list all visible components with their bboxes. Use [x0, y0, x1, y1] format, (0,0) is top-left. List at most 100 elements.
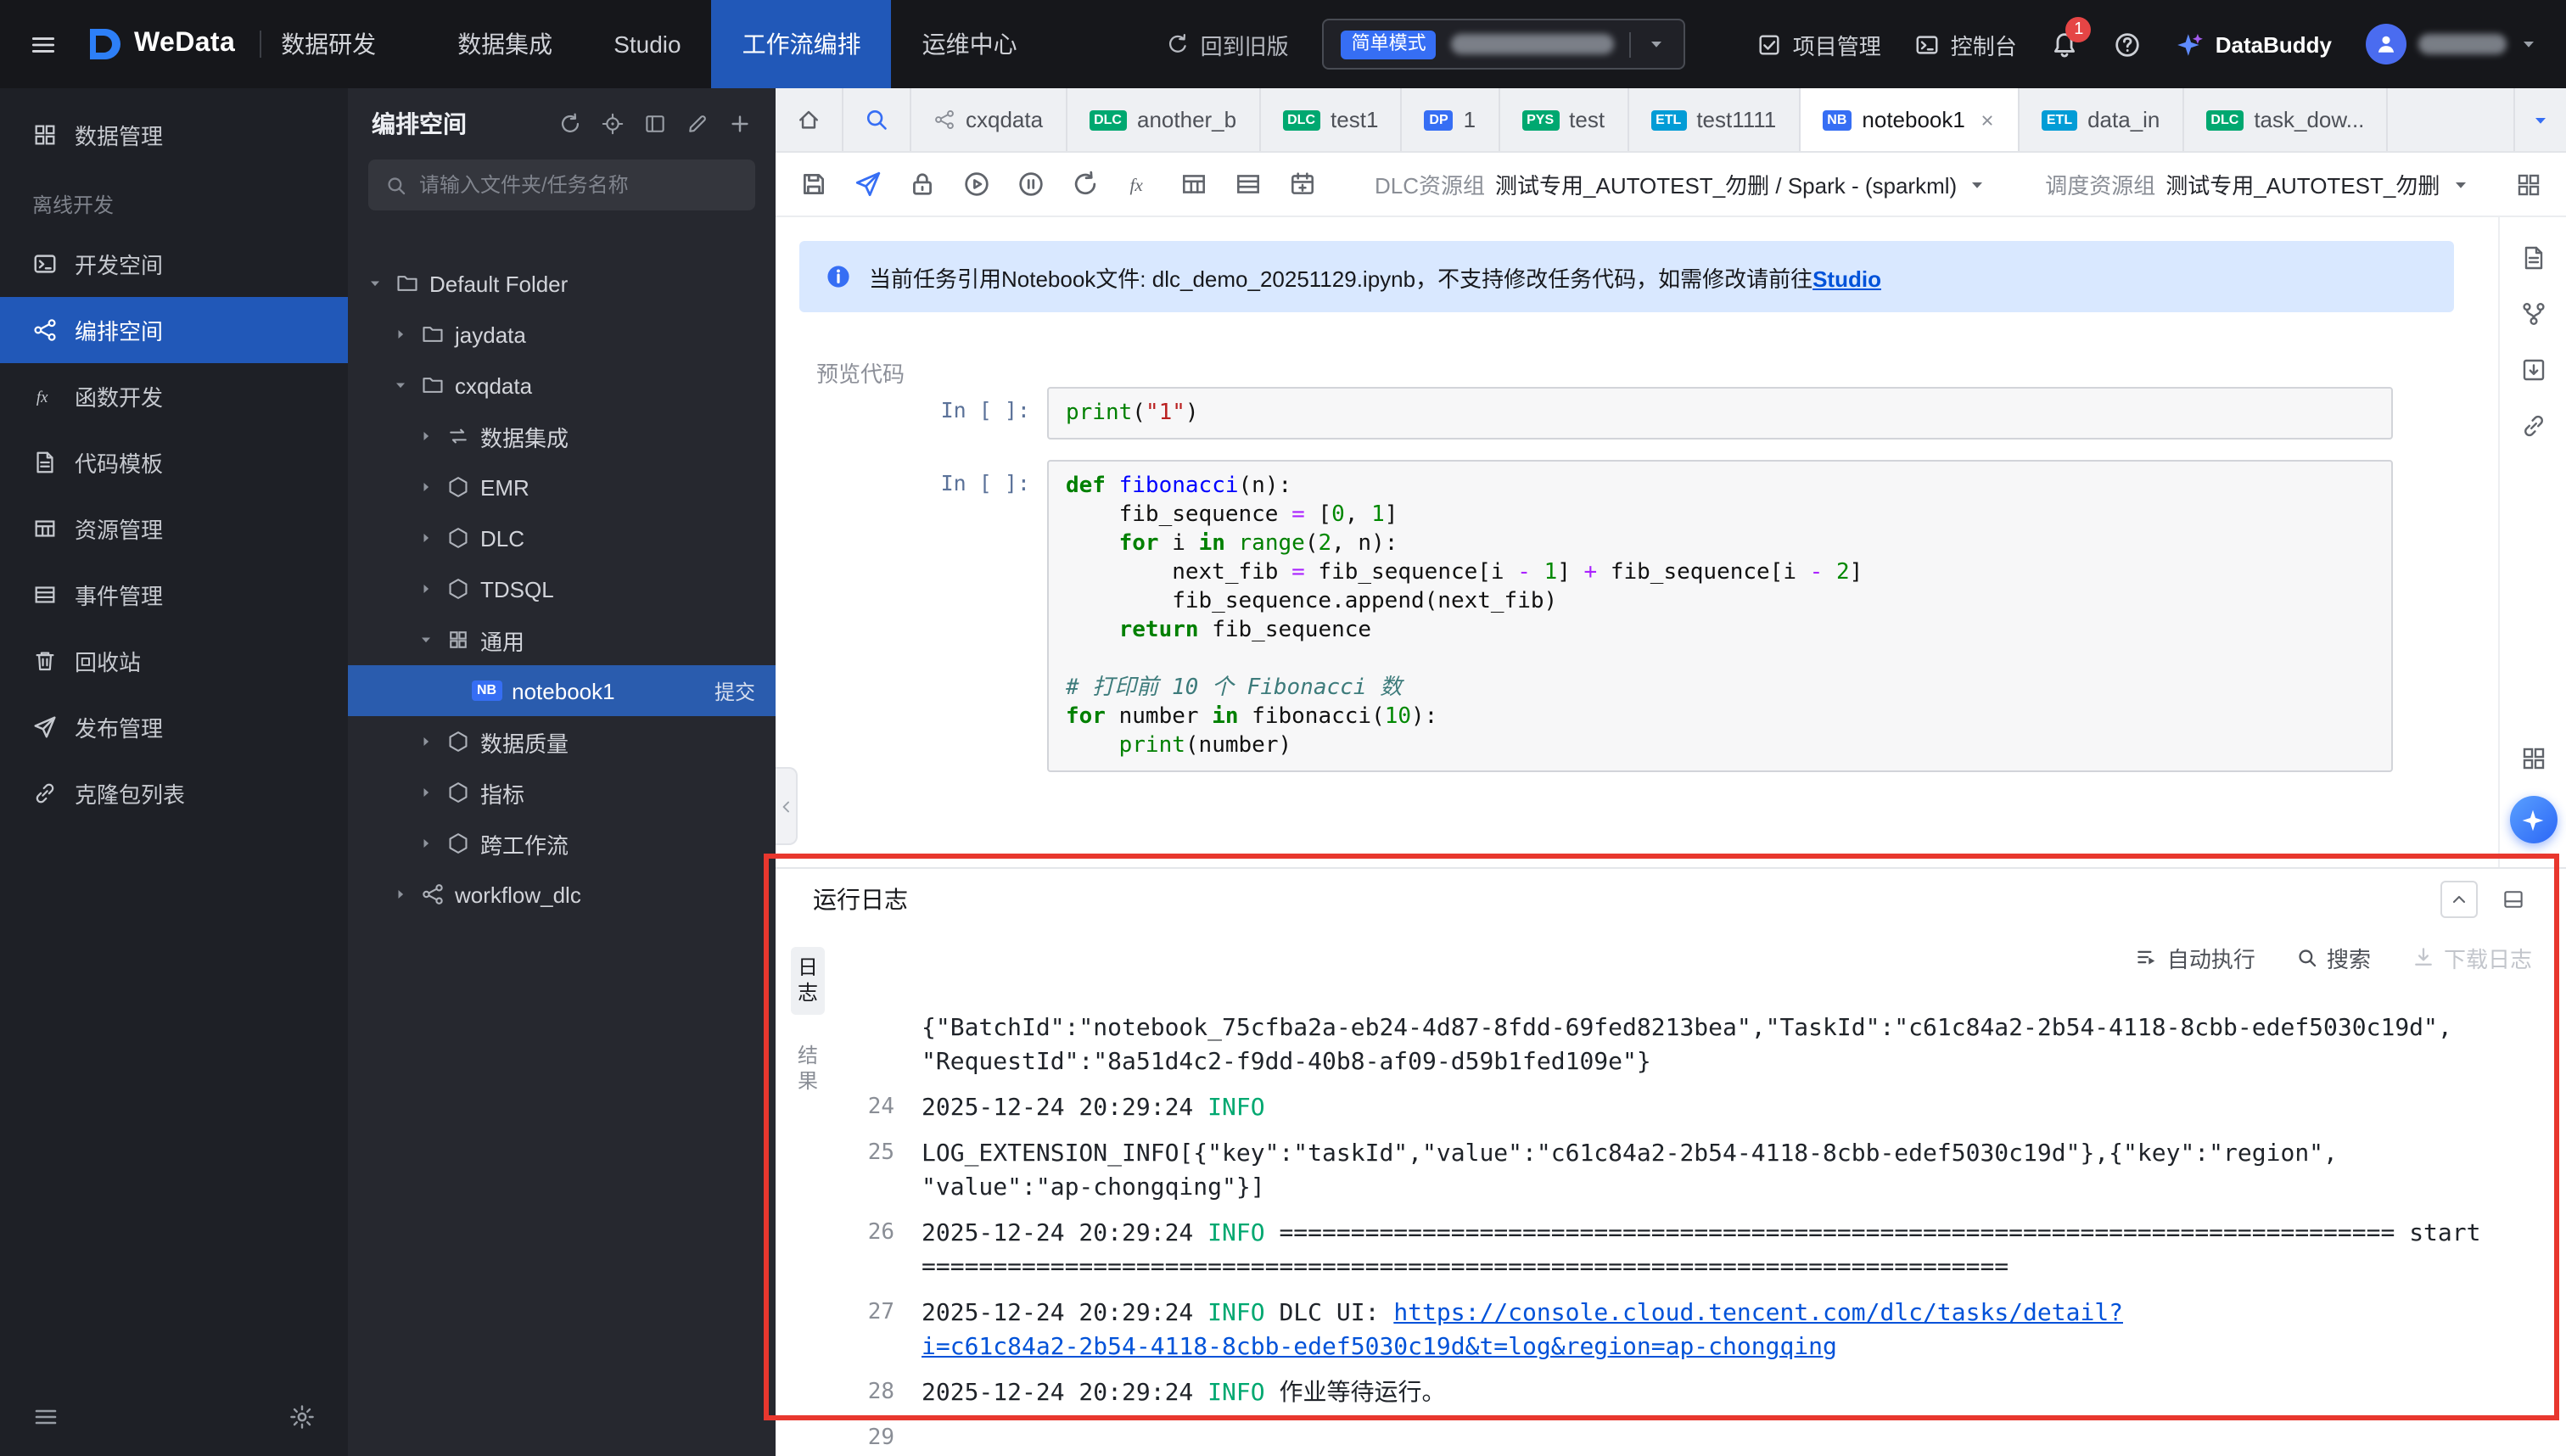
tree-node[interactable]: jaydata: [348, 309, 776, 360]
topnav-item[interactable]: Studio: [583, 0, 711, 88]
layout-icon[interactable]: [643, 112, 667, 136]
folder-icon: [421, 322, 445, 346]
sidebar-item[interactable]: 事件管理: [0, 562, 348, 628]
topnav-item[interactable]: 数据集成: [427, 0, 583, 88]
log-entry: 28 2025-12-24 20:29:24 INFO 作业等待运行。: [840, 1376, 2532, 1410]
mode-selector[interactable]: 简单模式: [1322, 19, 1686, 70]
editor-tab[interactable]: cxqdata: [911, 88, 1067, 151]
tree-node[interactable]: 数据质量: [348, 716, 776, 767]
tree-node[interactable]: workflow_dlc: [348, 869, 776, 920]
sidebar-item[interactable]: 编排空间: [0, 297, 348, 363]
cell-prompt: In [ ]:: [940, 470, 1030, 496]
collapse-log-button[interactable]: [2440, 881, 2478, 918]
play-circle-button[interactable]: [962, 170, 991, 199]
log-tab[interactable]: 日志: [791, 947, 825, 1015]
save-button[interactable]: [799, 170, 828, 199]
back-to-old-button[interactable]: 回到旧版: [1167, 28, 1289, 60]
tree-node[interactable]: EMR: [348, 462, 776, 512]
editor-tabbar: cxqdata DLC another_b DLC test1 DP 1 PYS test ETL…: [776, 88, 2566, 153]
tree-node[interactable]: DLC: [348, 512, 776, 563]
refresh-icon[interactable]: [558, 112, 582, 136]
tree-node[interactable]: 通用: [348, 614, 776, 665]
task-properties-button[interactable]: [2519, 244, 2546, 272]
code-cell[interactable]: def fibonacci(n): fib_sequence = [0, 1] …: [1047, 460, 2393, 772]
sidebar-item[interactable]: 开发空间: [0, 231, 348, 297]
fx-button[interactable]: [1125, 170, 1154, 199]
new-task-icon[interactable]: [686, 112, 709, 136]
run-log-buttons: [2440, 881, 2532, 918]
plus-icon[interactable]: [728, 112, 752, 136]
collapse-tree-button[interactable]: [776, 767, 798, 845]
auto-run-button[interactable]: 自动执行: [2135, 941, 2255, 973]
log-search-button[interactable]: 搜索: [2296, 941, 2371, 973]
scheduler-resource-select[interactable]: 调度资源组 测试专用_AUTOTEST_勿删: [2045, 168, 2470, 200]
tree-node[interactable]: TDSQL: [348, 563, 776, 614]
home-tab[interactable]: [776, 88, 843, 151]
tree-node[interactable]: 跨工作流: [348, 818, 776, 869]
sidebar-item[interactable]: 回收站: [0, 628, 348, 694]
send-button[interactable]: [854, 170, 882, 199]
studio-link[interactable]: Studio: [1812, 266, 1881, 291]
log-link[interactable]: https://console.cloud.tencent.com/dlc/ta…: [1393, 1300, 2123, 1327]
editor-tab[interactable]: DLC another_b: [1067, 88, 1261, 151]
settings-button[interactable]: [289, 1403, 316, 1431]
chevron-right-icon: [417, 835, 434, 852]
user-menu[interactable]: [2366, 24, 2539, 64]
versions-button[interactable]: [2519, 356, 2546, 384]
notifications-button[interactable]: 1: [2051, 16, 2092, 59]
editor-tab[interactable]: DLC task_dow...: [2183, 88, 2389, 151]
sidebar-item[interactable]: 函数开发: [0, 363, 348, 429]
table-button[interactable]: [1179, 170, 1208, 199]
pause-circle-button[interactable]: [1017, 170, 1045, 199]
more-tabs-button[interactable]: [2513, 88, 2566, 151]
sidebar-item[interactable]: 克隆包列表: [0, 760, 348, 826]
help-button[interactable]: [2114, 30, 2143, 59]
dlc-resource-select[interactable]: DLC资源组 测试专用_AUTOTEST_勿删 / Spark - (spark…: [1375, 168, 1987, 200]
databuddy-button[interactable]: DataBuddy: [2177, 30, 2332, 59]
tree-node[interactable]: cxqdata: [348, 360, 776, 411]
project-management-link[interactable]: 项目管理: [1757, 28, 1881, 60]
menu-toggle-button[interactable]: [0, 0, 85, 88]
editor-tab[interactable]: DP 1: [1402, 88, 1500, 151]
editor-tab[interactable]: ETL test1111: [1628, 88, 1801, 151]
references-button[interactable]: [2519, 412, 2546, 440]
tree-node[interactable]: Default Folder: [348, 258, 776, 309]
log-output[interactable]: {"BatchId":"notebook_75cfba2a-eb24-4d87-…: [840, 984, 2532, 1456]
topnav-item[interactable]: 运维中心: [892, 0, 1048, 88]
cal-plus-button[interactable]: [1288, 170, 1317, 199]
topnav-item[interactable]: 工作流编排: [711, 0, 892, 88]
log-link[interactable]: i=c61c84a2-2b54-4118-8cbb-edef5030c19d&t…: [922, 1334, 1837, 1361]
expand-log-button[interactable]: [2495, 881, 2532, 918]
close-icon[interactable]: [1979, 111, 1996, 128]
assistant-button[interactable]: [2509, 796, 2557, 843]
collapse-sidebar-button[interactable]: [32, 1403, 59, 1431]
grid-icon: [2519, 745, 2546, 772]
submit-link[interactable]: 提交: [714, 676, 755, 705]
editor-tab[interactable]: PYS test: [1499, 88, 1629, 151]
editor-tab[interactable]: ETL data_in: [2019, 88, 2184, 151]
console-link[interactable]: 控制台: [1915, 28, 2017, 60]
sidebar-item[interactable]: 数据管理: [0, 102, 348, 168]
locate-icon[interactable]: [601, 112, 625, 136]
download-log-button[interactable]: 下载日志: [2412, 941, 2532, 973]
layout-grid-button[interactable]: [2515, 171, 2542, 198]
hamburger-icon: [28, 30, 57, 59]
sidebar-item[interactable]: 代码模板: [0, 429, 348, 496]
rows-button[interactable]: [1234, 170, 1263, 199]
sidebar-item[interactable]: 资源管理: [0, 496, 348, 562]
editor-tab[interactable]: DLC test1: [1260, 88, 1403, 151]
code-cell[interactable]: print("1"): [1047, 387, 2393, 440]
tree-search-input[interactable]: [419, 173, 738, 197]
cell-prompt: In [ ]:: [940, 397, 1030, 423]
apps-button[interactable]: [2519, 745, 2546, 772]
lineage-button[interactable]: [2519, 300, 2546, 328]
lock-button[interactable]: [908, 170, 937, 199]
sidebar-item[interactable]: 发布管理: [0, 694, 348, 760]
search-tab[interactable]: [843, 88, 911, 151]
tree-node[interactable]: 指标: [348, 767, 776, 818]
tree-node[interactable]: NB notebook1 提交: [348, 665, 776, 716]
editor-tab[interactable]: NB notebook1: [1800, 88, 2020, 151]
tree-node[interactable]: 数据集成: [348, 411, 776, 462]
result-tab[interactable]: 结果: [791, 1035, 825, 1103]
refresh-button[interactable]: [1071, 170, 1100, 199]
